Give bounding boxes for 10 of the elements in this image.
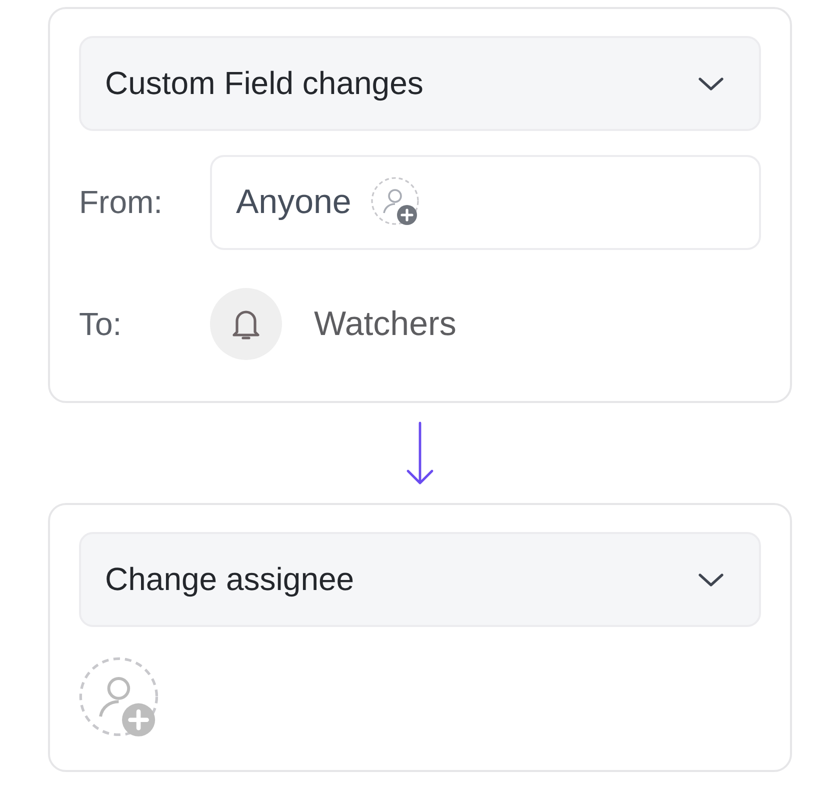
- from-field[interactable]: Anyone: [210, 155, 761, 250]
- chevron-down-icon: [697, 76, 725, 92]
- chevron-down-icon: [697, 572, 725, 588]
- down-arrow: [405, 421, 435, 487]
- trigger-dropdown[interactable]: Custom Field changes: [79, 36, 761, 131]
- to-label: To:: [79, 306, 123, 342]
- trigger-dropdown[interactable]: Change assignee: [79, 532, 761, 627]
- from-value: Anyone: [236, 183, 352, 222]
- watchers-label: Watchers: [314, 304, 456, 344]
- from-label: From:: [79, 184, 164, 221]
